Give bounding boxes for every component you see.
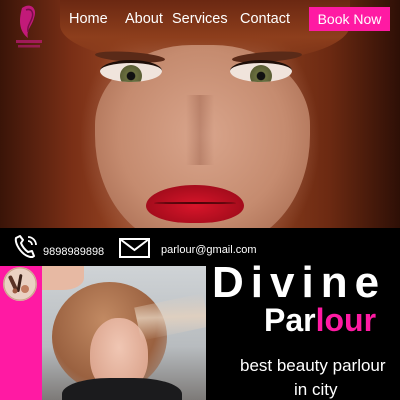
nav-home[interactable]: Home bbox=[69, 11, 108, 27]
hero-left-eye bbox=[100, 60, 162, 82]
top-nav: Home About Services Contact Book Now bbox=[0, 0, 400, 48]
headline-divine: Divine bbox=[212, 258, 387, 307]
phone-number[interactable]: 9898989898 bbox=[43, 246, 104, 258]
hero-lips bbox=[146, 185, 244, 223]
headline-parlour-pink: lour bbox=[315, 302, 377, 338]
makeup-tools-icon bbox=[3, 267, 37, 301]
mail-icon bbox=[119, 238, 150, 258]
headline-parlour: Parlour bbox=[264, 302, 376, 339]
headline-parlour-white: Par bbox=[264, 302, 316, 338]
nav-services[interactable]: Services bbox=[172, 11, 228, 27]
hero-nose bbox=[186, 95, 214, 165]
salon-photo bbox=[42, 266, 206, 400]
tagline-line-1: best beauty parlour bbox=[240, 356, 386, 375]
book-now-button[interactable]: Book Now bbox=[309, 7, 390, 31]
phone-icon bbox=[14, 235, 37, 259]
tagline-line-2: in city bbox=[294, 380, 338, 399]
email-address[interactable]: parlour@gmail.com bbox=[161, 244, 257, 256]
nav-contact[interactable]: Contact bbox=[240, 11, 290, 27]
nav-about[interactable]: About bbox=[125, 11, 163, 27]
hero-right-eye bbox=[230, 60, 292, 82]
salon-logo-icon[interactable] bbox=[12, 2, 46, 50]
